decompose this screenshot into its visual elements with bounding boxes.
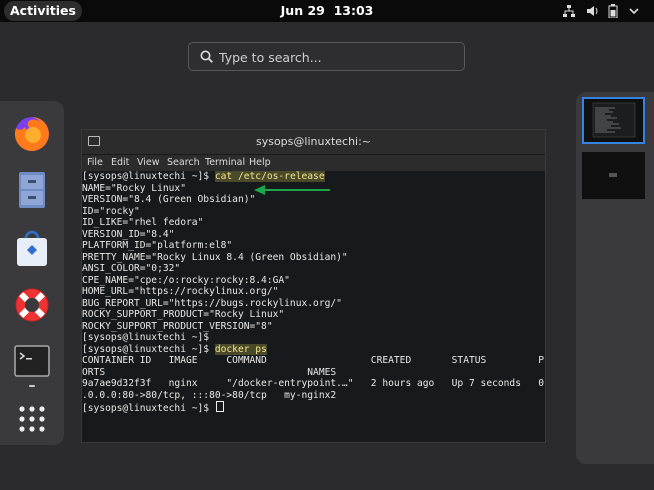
- terminal-icon[interactable]: [6, 335, 58, 387]
- terminal-title: sysops@linuxtechi:~: [255, 135, 372, 148]
- file-cabinet-icon[interactable]: [6, 164, 58, 216]
- software-store-icon[interactable]: [6, 222, 58, 274]
- terminal-line: ROCKY_SUPPORT_PRODUCT="Rocky Linux": [82, 309, 285, 320]
- annotation-arrow-icon: [254, 185, 330, 195]
- dash: [0, 101, 64, 445]
- terminal-line: ORTS NAMES: [82, 366, 337, 378]
- command-highlight: docker ps: [214, 343, 267, 355]
- terminal-line: [sysops@linuxtechi ~]$: [82, 332, 210, 343]
- workspace-switcher: [576, 92, 654, 464]
- terminal-line: ID="rocky": [82, 205, 140, 217]
- terminal-line: ANSI_COLOR="0;32": [82, 263, 181, 274]
- terminal-line: NAME="Rocky Linux": [82, 182, 186, 194]
- terminal-window[interactable]: sysops@linuxtechi:~ File Edit View Searc…: [81, 129, 546, 443]
- network-icon[interactable]: [562, 0, 576, 22]
- terminal-line: [sysops@linuxtechi ~]$: [82, 401, 224, 414]
- top-bar: Activities Jun 29 13:03: [0, 0, 654, 22]
- text-cursor: [215, 401, 224, 412]
- power-menu-chevron-icon[interactable]: [628, 0, 640, 22]
- search-icon: [200, 50, 213, 63]
- command-highlight: cat /etc/os-release: [214, 171, 325, 182]
- running-indicator: [29, 385, 35, 387]
- menu-file[interactable]: File: [87, 155, 103, 171]
- terminal-titlebar[interactable]: sysops@linuxtechi:~: [82, 130, 545, 155]
- clock[interactable]: Jun 29 13:03: [0, 0, 654, 22]
- menu-edit[interactable]: Edit: [111, 155, 129, 171]
- menu-terminal[interactable]: Terminal: [205, 155, 245, 171]
- search-box[interactable]: [188, 42, 465, 71]
- terminal-line: CPE_NAME="cpe:/o:rocky:rocky:8.4:GA": [82, 274, 290, 286]
- menu-search[interactable]: Search: [167, 155, 200, 171]
- terminal-line: PLATFORM_ID="platform:el8": [82, 240, 233, 251]
- menu-view[interactable]: View: [137, 155, 160, 171]
- battery-icon[interactable]: [608, 0, 618, 22]
- firefox-icon[interactable]: [6, 108, 58, 160]
- search-input[interactable]: [219, 47, 454, 67]
- help-lifebuoy-icon[interactable]: [6, 279, 58, 331]
- clock-time: 13:03: [333, 3, 374, 18]
- terminal-line: HOME_URL="https://rockylinux.org/": [82, 286, 279, 297]
- menu-help[interactable]: Help: [249, 155, 271, 171]
- app-grid-icon[interactable]: [6, 393, 58, 445]
- terminal-menubar: File Edit View Search Terminal Help: [82, 155, 545, 171]
- workspace-2-thumbnail[interactable]: [582, 152, 645, 199]
- volume-icon[interactable]: [586, 0, 600, 22]
- terminal-line: [sysops@linuxtechi ~]$ docker ps: [82, 343, 267, 355]
- terminal-line: ID_LIKE="rhel fedora": [82, 217, 204, 228]
- terminal-line: VERSION_ID="8.4": [82, 228, 175, 240]
- terminal-line: BUG_REPORT_URL="https://bugs.rockylinux.…: [82, 297, 342, 309]
- terminal-line: .0.0.0:80->80/tcp, :::80->80/tcp my-ngin…: [82, 389, 337, 401]
- terminal-output[interactable]: [sysops@linuxtechi ~]$ cat /etc/os-relea…: [82, 171, 545, 442]
- terminal-line: [sysops@linuxtechi ~]$ cat /etc/os-relea…: [82, 171, 325, 182]
- terminal-line: CONTAINER ID IMAGE COMMAND CREATED STATU…: [82, 355, 545, 366]
- workspace-1-thumbnail[interactable]: [582, 97, 645, 144]
- terminal-line: ROCKY_SUPPORT_PRODUCT_VERSION="8": [82, 320, 273, 332]
- terminal-line: VERSION="8.4 (Green Obsidian)": [82, 194, 256, 205]
- clock-date: Jun 29: [280, 3, 325, 18]
- terminal-line: 9a7ae9d32f3f nginx "/docker-entrypoint.……: [82, 378, 545, 389]
- terminal-line: PRETTY_NAME="Rocky Linux 8.4 (Green Obsi…: [82, 251, 348, 263]
